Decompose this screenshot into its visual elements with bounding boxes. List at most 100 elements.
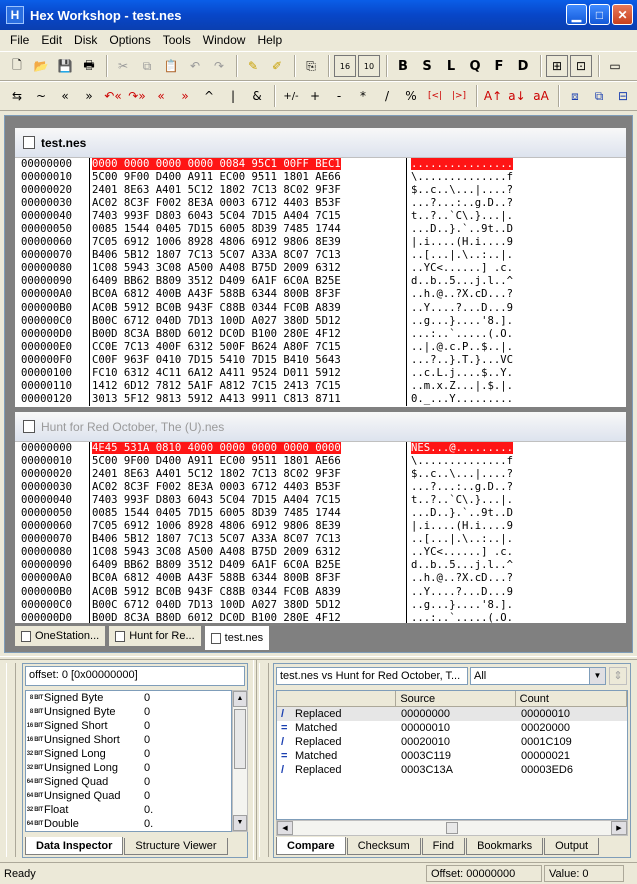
hex-bytes-text[interactable]: 0085 1544 0405 7D15 6005 8D39 7485 1744 <box>92 507 341 519</box>
ascii-column[interactable]: ..g...}....'8.]. <box>407 315 513 328</box>
scroll-up-icon[interactable]: ▲ <box>233 691 247 707</box>
ascii-text[interactable]: ..g...}....'8.]. <box>411 315 513 327</box>
hex-bytes-text[interactable]: 5C00 9F00 D400 A911 EC00 9511 1801 AE66 <box>92 455 341 467</box>
inspector-value[interactable]: 0 <box>128 692 150 704</box>
hex-bytes-text[interactable]: 2401 8E63 A401 5C12 1802 7C13 8C02 9F3F <box>92 184 341 196</box>
tab-test-nes[interactable]: test.nes <box>203 625 271 650</box>
ascii-text[interactable]: ...:..`.....(.O. <box>411 328 513 340</box>
hex-row[interactable]: 00000110 1412 6D12 7812 5A1F A812 7C15 24… <box>15 379 626 393</box>
ascii-text[interactable]: ..Y....?...D...9 <box>411 302 513 314</box>
ascii-column[interactable]: \..............f <box>407 171 513 184</box>
hex-bytes[interactable]: 7403 993F D803 6043 5C04 7D15 A404 7C15 <box>89 210 407 224</box>
menu-file[interactable]: File <box>4 33 35 47</box>
hex-bytes-text[interactable]: B406 5B12 1807 7C13 5C07 A33A 8C07 7C13 <box>92 249 341 261</box>
close-button[interactable]: ✕ <box>612 4 633 25</box>
float-button[interactable]: F <box>488 55 510 77</box>
tab-bookmarks[interactable]: Bookmarks <box>466 838 544 855</box>
ascii-text[interactable]: ..m.x.Z...|.$.|. <box>411 380 513 392</box>
hex-bytes[interactable]: B406 5B12 1807 7C13 5C07 A33A 8C07 7C13 <box>89 533 407 547</box>
ascii-column[interactable]: ..Y....?...D...9 <box>407 302 513 315</box>
hex-bytes[interactable]: 6409 BB62 B809 3512 D409 6A1F 6C0A B25E <box>89 559 407 573</box>
block-shift-left-icon[interactable]: « <box>150 85 172 107</box>
ascii-column[interactable]: ...?...:..g.D..? <box>407 481 513 494</box>
hex-bytes[interactable]: AC0B 5912 BC0B 943F C88B 0344 FC0B A839 <box>89 301 407 315</box>
hex-bytes-text[interactable]: 1C08 5943 3C08 A500 A408 B75D 2009 6312 <box>92 262 341 274</box>
maximize-button[interactable]: □ <box>589 4 610 25</box>
hex-bytes[interactable]: 5C00 9F00 D400 A911 EC00 9511 1801 AE66 <box>89 171 407 185</box>
redo-icon[interactable]: ↷ <box>208 55 230 77</box>
ascii-text[interactable]: |.i....(H.i....9 <box>411 236 513 248</box>
hex-bytes-text[interactable]: 3013 5F12 9813 5912 A413 9911 C813 8711 <box>92 393 341 405</box>
negate-icon[interactable]: +/- <box>280 85 302 107</box>
document-window-test-nes[interactable]: test.nes 00000000 0000 0000 0000 0000 008… <box>14 127 627 407</box>
inspector-row[interactable]: 64 BIT Signed Quad 0 <box>26 775 231 789</box>
hex-row[interactable]: 00000080 1C08 5943 3C08 A500 A408 B75D 20… <box>15 546 626 560</box>
copy-icon[interactable]: ⧉ <box>136 55 158 77</box>
document-title-bar[interactable]: Hunt for Red October, The (U).nes <box>15 412 626 442</box>
and-icon[interactable]: & <box>246 85 268 107</box>
inspector-value[interactable]: 0 <box>128 790 150 802</box>
menu-window[interactable]: Window <box>197 33 252 47</box>
ascii-column[interactable]: \..............f <box>407 455 513 468</box>
document-window-hunt-for-red-october[interactable]: Hunt for Red October, The (U).nes 000000… <box>14 411 627 623</box>
hex-bytes[interactable]: CC0E 7C13 400F 6312 500F B624 A80F 7C15 <box>89 340 407 354</box>
ascii-text[interactable]: ................ <box>411 158 514 170</box>
undo-icon[interactable]: ↶ <box>184 55 206 77</box>
hex-row[interactable]: 00000020 2401 8E63 A401 5C12 1802 7C13 8C… <box>15 184 626 198</box>
copy-clipboard-icon[interactable]: ⎘ <box>300 55 322 77</box>
hex-row[interactable]: 00000070 B406 5B12 1807 7C13 5C07 A33A 8C… <box>15 533 626 547</box>
ascii-text[interactable]: t..?..`C\.}...|. <box>411 494 513 506</box>
scroll-down-icon[interactable]: ▼ <box>233 815 247 831</box>
ascii-column[interactable]: d..b..5...j.l..^ <box>407 275 513 288</box>
hex-row[interactable]: 000000B0 AC0B 5912 BC0B 943F C88B 0344 FC… <box>15 585 626 599</box>
ascii-text[interactable]: NES...@......... <box>411 442 514 454</box>
ascii-column[interactable]: ..g...}....'8.]. <box>407 599 513 612</box>
hex-bytes[interactable]: AC02 8C3F F002 8E3A 0003 6712 4403 B53F <box>89 481 407 495</box>
hex-bytes[interactable]: 4E45 531A 0810 4000 0000 0000 0000 0000 <box>89 442 407 456</box>
scroll-right-icon[interactable]: ▶ <box>611 821 627 835</box>
hex-bytes-text[interactable]: AC02 8C3F F002 8E3A 0003 6712 4403 B53F <box>92 197 341 209</box>
hex-row[interactable]: 00000050 0085 1544 0405 7D15 6005 8D39 74… <box>15 507 626 521</box>
xor-icon[interactable]: ^ <box>198 85 220 107</box>
ascii-column[interactable]: ..[...|.\..:..|. <box>407 249 513 262</box>
hex-bytes-text[interactable]: B00C 6712 040D 7D13 100D A027 380D 5D12 <box>92 315 341 327</box>
ascii-column[interactable]: ..h.@..?X.cD...? <box>407 572 513 585</box>
hex-bytes-text[interactable]: 0085 1544 0405 7D15 6005 8D39 7485 1744 <box>92 223 341 235</box>
tab-compare[interactable]: Compare <box>276 837 346 855</box>
ascii-text[interactable]: ...?...:..g.D..? <box>411 481 513 493</box>
inspector-row[interactable]: 16 BIT Signed Short 0 <box>26 719 231 733</box>
compare-hscrollbar[interactable]: ◀ ▶ <box>276 820 628 836</box>
hex-row[interactable]: 00000070 B406 5B12 1807 7C13 5C07 A33A 8C… <box>15 249 626 263</box>
byte-button[interactable]: B <box>392 55 414 77</box>
inspector-value[interactable]: 0 <box>128 734 150 746</box>
hex-bytes-text[interactable]: 5C00 9F00 D400 A911 EC00 9511 1801 AE66 <box>92 171 341 183</box>
table-row[interactable]: / Replaced 00020010 0001C109 <box>277 735 627 749</box>
hex-row[interactable]: 00000080 1C08 5943 3C08 A500 A408 B75D 20… <box>15 262 626 276</box>
ascii-column[interactable]: 0._...Y......... <box>407 393 513 406</box>
hex-bytes[interactable]: 7C05 6912 1006 8928 4806 6912 9806 8E39 <box>89 236 407 250</box>
hex-row[interactable]: 000000C0 B00C 6712 040D 7D13 100D A027 38… <box>15 598 626 612</box>
inspector-row[interactable]: 32 BIT Float 0. <box>26 803 231 817</box>
hex-row[interactable]: 00000040 7403 993F D803 6043 5C04 7D15 A4… <box>15 210 626 224</box>
hex-bytes-text[interactable]: FC10 6312 4C11 6A12 A411 9524 D011 5912 <box>92 367 341 379</box>
ascii-text[interactable]: \..............f <box>411 171 513 183</box>
hex-bytes-text[interactable]: B00D 8C3A B80D 6012 DC0D B100 280E 4F12 <box>92 328 341 340</box>
print-icon[interactable]: 🖶 <box>78 55 100 77</box>
column-header-source[interactable]: Source <box>396 691 516 706</box>
ascii-text[interactable]: ...?..}.T.}...VC <box>411 354 513 366</box>
hex-row[interactable]: 000000B0 AC0B 5912 BC0B 943F C88B 0344 FC… <box>15 301 626 315</box>
hex-row[interactable]: 000000D0 B00D 8C3A B80D 6012 DC0D B100 28… <box>15 327 626 341</box>
ascii-text[interactable]: ..YC<......] .c. <box>411 262 513 274</box>
hex-row[interactable]: 000000F0 C00F 963F 0410 7D15 5410 7D15 B4… <box>15 353 626 367</box>
ascii-text[interactable]: ..g...}....'8.]. <box>411 599 513 611</box>
tab-onestation[interactable]: OneStation... <box>14 625 107 647</box>
hex-bytes[interactable]: 6409 BB62 B809 3512 D409 6A1F 6C0A B25E <box>89 275 407 289</box>
inspector-value[interactable]: 0 <box>128 762 150 774</box>
scroll-thumb[interactable] <box>234 709 246 769</box>
block-shift-right-icon[interactable]: » <box>174 85 196 107</box>
hex-bytes[interactable]: 1C08 5943 3C08 A500 A408 B75D 2009 6312 <box>89 262 407 276</box>
hex-bytes[interactable]: BC0A 6812 400B A43F 588B 6344 800B 8F3F <box>89 288 407 302</box>
tab-data-inspector[interactable]: Data Inspector <box>25 837 124 855</box>
hex-bytes[interactable]: AC02 8C3F F002 8E3A 0003 6712 4403 B53F <box>89 197 407 211</box>
highlight-icon[interactable]: ✎ <box>242 55 264 77</box>
